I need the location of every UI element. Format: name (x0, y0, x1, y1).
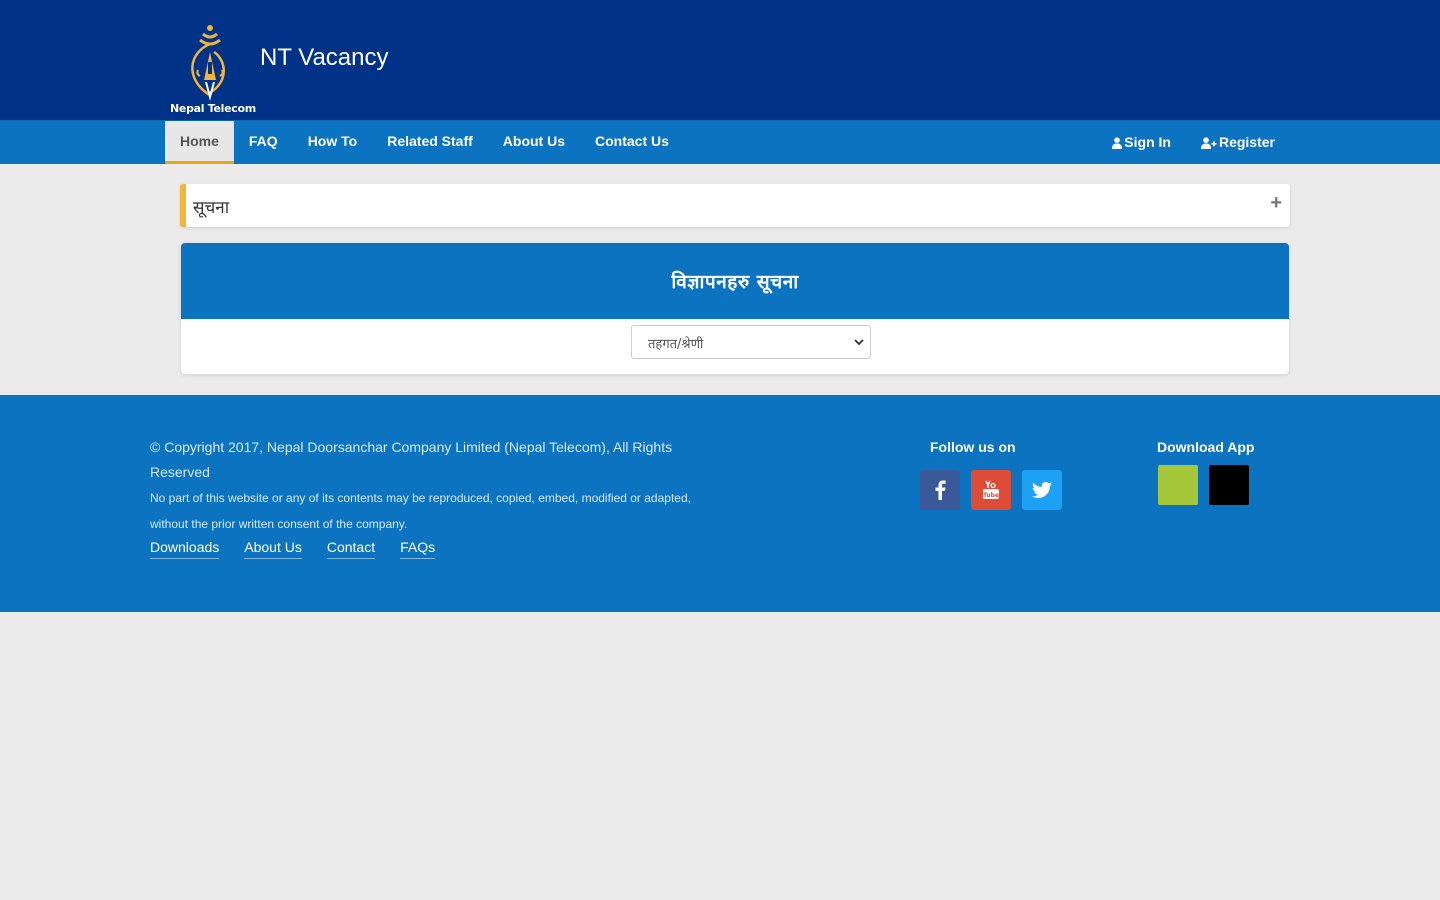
user-icon (1112, 136, 1123, 149)
sign-in-link[interactable]: Sign In (1097, 121, 1186, 164)
disclaimer-text: No part of this website or any of its co… (150, 491, 691, 531)
vacancy-panel-title: विज्ञापनहरु सूचना (671, 271, 799, 293)
youtube-button[interactable]: Tube (971, 470, 1011, 510)
app-download-links (1158, 465, 1249, 505)
auth-menu: Sign In Register (1097, 121, 1290, 164)
twitter-button[interactable] (1022, 470, 1062, 510)
footer-link-faqs[interactable]: FAQs (400, 539, 436, 559)
android-app-button[interactable] (1158, 465, 1198, 505)
nav-item-about-us[interactable]: About Us (488, 121, 580, 164)
nav-item-home[interactable]: Home (165, 121, 234, 164)
sign-in-label: Sign In (1124, 134, 1171, 150)
facebook-button[interactable] (920, 470, 960, 510)
main-content: सूचना + विज्ञापनहरु सूचना तहगत/श्रेणी (0, 164, 1440, 395)
nepal-telecom-logo[interactable]: Nepal Telecom (170, 22, 256, 118)
facebook-icon (935, 480, 946, 500)
site-header: Nepal Telecom NT Vacancy (0, 0, 1440, 120)
nav-menu: Home FAQ How To Related Staff About Us C… (165, 121, 684, 164)
youtube-icon: Tube (983, 480, 999, 499)
footer-link-downloads[interactable]: Downloads (150, 539, 220, 559)
nav-item-contact-us[interactable]: Contact Us (580, 121, 684, 164)
svg-text:Tube: Tube (983, 492, 999, 499)
site-footer: © Copyright 2017, Nepal Doorsanchar Comp… (0, 395, 1440, 612)
copyright-text: © Copyright 2017, Nepal Doorsanchar Comp… (150, 439, 673, 480)
follow-us-title: Follow us on (930, 439, 1016, 455)
level-category-select[interactable]: तहगत/श्रेणी (631, 325, 871, 359)
register-label: Register (1218, 134, 1275, 150)
twitter-icon (1032, 482, 1052, 498)
logo-text: Nepal Telecom (170, 102, 256, 115)
nav-item-related-staff[interactable]: Related Staff (372, 121, 488, 164)
vacancy-panel-body: तहगत/श्रेणी (181, 319, 1289, 374)
nav-item-how-to[interactable]: How To (293, 121, 373, 164)
site-title[interactable]: NT Vacancy (260, 44, 389, 72)
notice-title: सूचना (193, 198, 230, 218)
download-app-title: Download App (1157, 439, 1255, 455)
register-link[interactable]: Register (1186, 121, 1290, 164)
vacancy-panel-header: विज्ञापनहरु सूचना (181, 243, 1289, 319)
chevron-down-icon (854, 339, 864, 346)
expand-toggle-icon[interactable]: + (1270, 193, 1282, 213)
vacancy-panel: विज्ञापनहरु सूचना तहगत/श्रेणी (181, 243, 1289, 374)
footer-links: Downloads About Us Contact FAQs (150, 539, 436, 559)
user-plus-icon (1200, 136, 1217, 149)
main-navbar: Home FAQ How To Related Staff About Us C… (0, 120, 1440, 164)
logo-emblem-icon (191, 25, 225, 101)
nav-item-faq[interactable]: FAQ (234, 121, 293, 164)
select-value: तहगत/श्रेणी (648, 337, 704, 352)
footer-link-about-us[interactable]: About Us (244, 539, 302, 559)
notice-accordion[interactable]: सूचना + (180, 184, 1290, 227)
social-links: Tube (920, 470, 1062, 510)
footer-link-contact[interactable]: Contact (326, 539, 376, 559)
ios-app-button[interactable] (1209, 465, 1249, 505)
